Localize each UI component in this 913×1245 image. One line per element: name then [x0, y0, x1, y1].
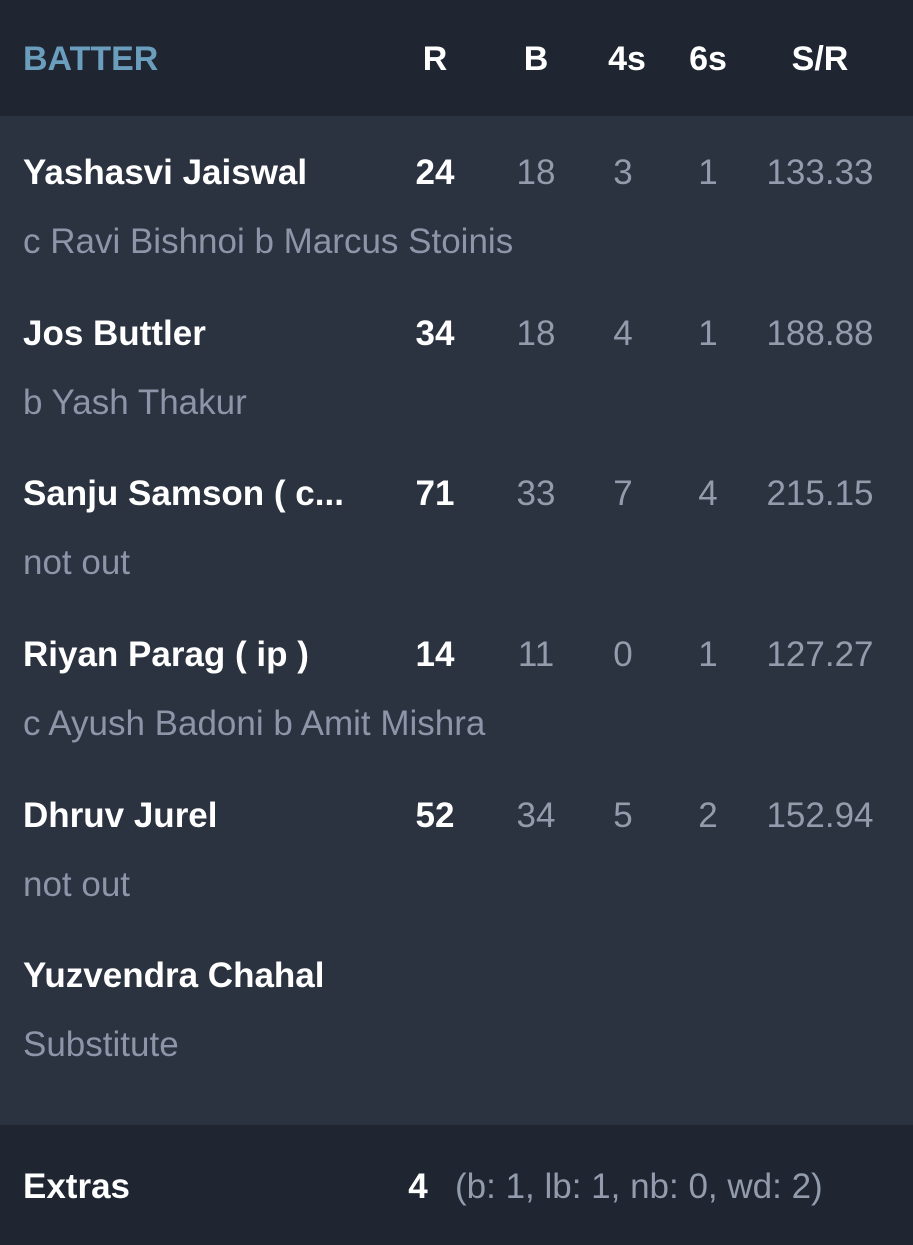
extras-breakdown: (b: 1, lb: 1, nb: 0, wd: 2): [455, 1167, 823, 1206]
batter-row[interactable]: Jos Buttler 34 18 4 1 188.88 b Yash Thak…: [0, 277, 913, 437]
batter-name[interactable]: Dhruv Jurel: [23, 794, 218, 838]
batter-list: Yashasvi Jaiswal 24 18 3 1 133.33 c Ravi…: [0, 116, 913, 1125]
batter-sixes: 2: [698, 796, 718, 835]
batter-sixes: 1: [698, 314, 718, 353]
extras-row: Extras 4 (b: 1, lb: 1, nb: 0, wd: 2): [0, 1125, 913, 1245]
batter-balls: 18: [516, 153, 556, 192]
batter-strike-rate: 133.33: [766, 153, 874, 192]
scorecard-header: BATTER R B 4s 6s S/R: [0, 0, 913, 116]
batter-strike-rate: 188.88: [766, 314, 874, 353]
batter-sixes: 1: [698, 635, 718, 674]
batter-fours: 7: [613, 474, 633, 513]
batter-dismissal: c Ravi Bishnoi b Marcus Stoinis: [23, 222, 514, 261]
batter-sixes: 1: [698, 153, 718, 192]
batter-runs: 24: [415, 153, 455, 192]
batter-fours: 0: [613, 635, 633, 674]
fours-column-header: 4s: [608, 40, 646, 78]
batter-row[interactable]: Riyan Parag ( ip ) 14 11 0 1 127.27 c Ay…: [0, 598, 913, 758]
batter-dismissal: c Ayush Badoni b Amit Mishra: [23, 704, 486, 743]
batter-name[interactable]: Sanju Samson ( c...: [23, 472, 344, 516]
batter-balls: 18: [516, 314, 556, 353]
batter-row[interactable]: Dhruv Jurel 52 34 5 2 152.94 not out: [0, 759, 913, 919]
balls-column-header: B: [523, 40, 549, 78]
strike-rate-column-header: S/R: [791, 40, 849, 78]
batter-column-header: BATTER: [23, 40, 159, 78]
extras-total: 4: [408, 1167, 428, 1206]
batter-dismissal: Substitute: [23, 1025, 179, 1064]
batter-row[interactable]: Yuzvendra Chahal Substitute: [0, 919, 913, 1079]
sixes-column-header: 6s: [689, 40, 727, 78]
batter-strike-rate: 152.94: [766, 796, 874, 835]
batter-fours: 5: [613, 796, 633, 835]
batter-strike-rate: 215.15: [766, 474, 874, 513]
batter-sixes: 4: [698, 474, 718, 513]
batter-runs: 14: [415, 635, 455, 674]
batter-balls: 34: [516, 796, 556, 835]
batter-name[interactable]: Yashasvi Jaiswal: [23, 151, 307, 195]
batter-strike-rate: 127.27: [766, 635, 874, 674]
extras-label: Extras: [23, 1167, 131, 1206]
batter-dismissal: not out: [23, 543, 131, 582]
batter-row[interactable]: Yashasvi Jaiswal 24 18 3 1 133.33 c Ravi…: [0, 116, 913, 276]
batter-runs: 52: [415, 796, 455, 835]
batter-fours: 4: [613, 314, 633, 353]
batter-runs: 34: [415, 314, 455, 353]
batter-dismissal: b Yash Thakur: [23, 383, 247, 422]
batter-fours: 3: [613, 153, 633, 192]
batter-name[interactable]: Jos Buttler: [23, 312, 206, 356]
runs-column-header: R: [422, 40, 448, 78]
batter-balls: 33: [516, 474, 556, 513]
batter-name[interactable]: Riyan Parag ( ip ): [23, 633, 309, 677]
batter-runs: 71: [415, 474, 455, 513]
batter-name[interactable]: Yuzvendra Chahal: [23, 954, 324, 998]
batter-row[interactable]: Sanju Samson ( c... 71 33 7 4 215.15 not…: [0, 437, 913, 597]
batter-balls: 11: [517, 635, 555, 674]
batter-dismissal: not out: [23, 865, 131, 904]
